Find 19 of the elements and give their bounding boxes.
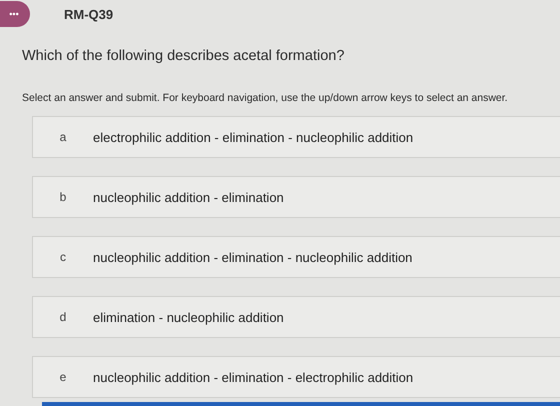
answer-option[interactable]: b nucleophilic addition - elimination bbox=[32, 176, 560, 218]
option-text: electrophilic addition - elimination - nucleophilic addition bbox=[93, 130, 414, 144]
option-text: nucleophilic addition - elimination bbox=[93, 190, 284, 204]
option-text: nucleophilic addition - elimination - nucleophilic addition bbox=[93, 250, 412, 264]
option-letter: a bbox=[58, 130, 68, 144]
instruction-text: Select an answer and submit. For keyboard navigation, use the up/down arrow keys to select an answer. bbox=[22, 92, 509, 104]
menu-icon[interactable]: ••• bbox=[0, 1, 30, 27]
option-letter: e bbox=[58, 370, 68, 384]
option-text: nucleophilic addition - elimination - electrophilic addition bbox=[93, 370, 414, 384]
option-letter: c bbox=[59, 250, 67, 264]
answer-option[interactable]: e nucleophilic addition - elimination - electrophilic addition bbox=[32, 356, 560, 398]
option-text: elimination - nucleophilic addition bbox=[93, 310, 284, 324]
answer-option[interactable]: d elimination - nucleophilic addition bbox=[32, 296, 560, 338]
answer-option[interactable]: c nucleophilic addition - elimination - nucleophilic addition bbox=[32, 236, 560, 278]
question-text: Which of the following describes acetal formation? bbox=[22, 48, 346, 64]
question-title: RM-Q39 bbox=[64, 6, 114, 22]
answer-option[interactable]: a electrophilic addition - elimination - nucleophilic addition bbox=[32, 116, 560, 158]
option-letter: d bbox=[58, 310, 68, 324]
option-letter: b bbox=[58, 190, 68, 204]
